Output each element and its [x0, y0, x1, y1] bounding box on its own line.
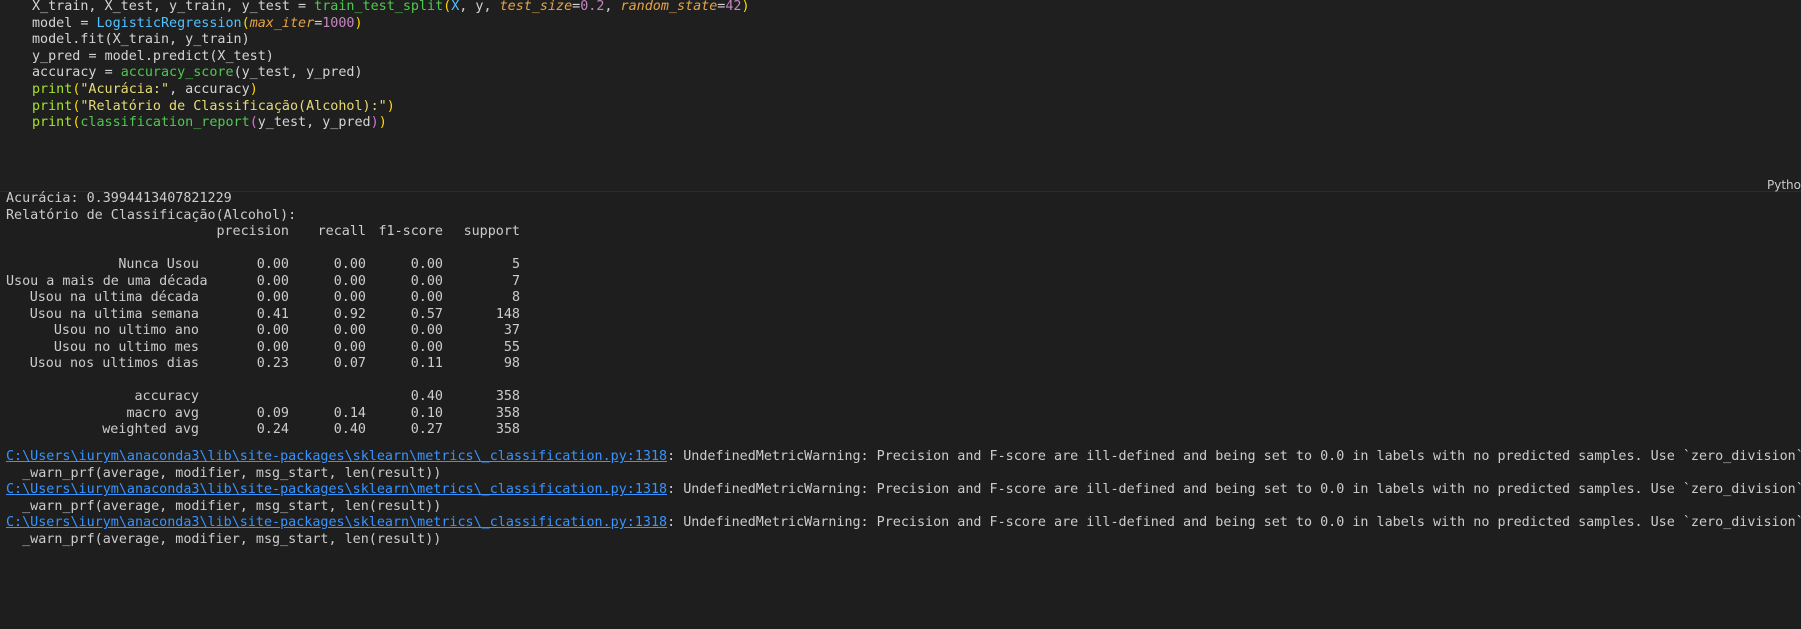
code-token: X_train, X_test, y_train, y_test [32, 0, 299, 14]
row-support: 98 [503, 356, 520, 371]
code-token: model.predict(X_test) [104, 48, 274, 64]
header-f1-score: f1-score [378, 224, 444, 239]
code-token: ( [241, 15, 250, 31]
code-token: "Acurácia:" [80, 82, 170, 97]
header-precision: precision [216, 224, 289, 239]
row-f1-score: 0.27 [410, 422, 443, 437]
code-token: ) [741, 0, 750, 14]
row-recall: 0.07 [333, 356, 366, 371]
code-token: ) [378, 115, 387, 131]
code-token: (y_test, y_pred) [233, 65, 363, 81]
code-token: 42 [725, 0, 742, 14]
header-recall: recall [317, 224, 366, 239]
code-token: = [298, 0, 315, 14]
warning-source-link[interactable]: C:\Users\iurym\anaconda3\lib\site-packag… [6, 482, 667, 497]
report-class-row: Usou nos ultimos dias 0.23 0.07 0.11 98 [6, 354, 526, 373]
code-token: y_test, y_pred [257, 115, 371, 131]
code-token: test_size [499, 0, 573, 14]
cell-output: Acurácia: 0.3994413407821229 Relatório d… [0, 191, 1801, 629]
report-summary-row: weighted avg 0.24 0.40 0.27 358 [6, 420, 526, 439]
warning-source-link[interactable]: C:\Users\iurym\anaconda3\lib\site-packag… [6, 515, 667, 530]
code-line[interactable]: print(classification_report(y_test, y_pr… [32, 113, 387, 132]
warning-message: : UndefinedMetricWarning: Precision and … [667, 449, 1801, 464]
warning-message: : UndefinedMetricWarning: Precision and … [667, 482, 1801, 497]
code-token: accuracy_score [120, 65, 234, 81]
code-token: , y, [459, 0, 500, 14]
code-token: print [32, 115, 73, 131]
row-support: 358 [495, 422, 520, 437]
code-token: model.fit(X_train, y_train) [32, 32, 250, 48]
cell-language-label[interactable]: Pytho [1767, 178, 1801, 192]
code-token: train_test_split [314, 0, 444, 14]
row-label: Usou nos ultimos dias [29, 356, 199, 371]
warning-message: : UndefinedMetricWarning: Precision and … [667, 515, 1801, 530]
code-token: classification_report [80, 115, 250, 131]
row-precision: 0.24 [256, 422, 289, 437]
row-f1-score: 0.11 [410, 356, 443, 371]
code-token: 0.2 [580, 0, 605, 14]
header-support: support [463, 224, 520, 239]
code-token: = [88, 48, 105, 64]
code-token: model [32, 15, 81, 31]
code-token: ) [370, 115, 379, 131]
code-token: , accuracy [169, 82, 250, 97]
code-token: ( [249, 115, 258, 131]
code-token: LogisticRegression [96, 15, 242, 31]
code-token: ) [386, 98, 395, 114]
code-token: random_state [620, 0, 718, 14]
report-header-row: precision recall f1-score support [6, 222, 526, 241]
warning-source-link[interactable]: C:\Users\iurym\anaconda3\lib\site-packag… [6, 449, 667, 464]
code-token: y_pred [32, 48, 89, 64]
code-token: 1000 [322, 15, 355, 31]
code-cell[interactable]: X_train, X_test, y_train, y_test = train… [0, 0, 1801, 192]
code-token: print [32, 82, 73, 97]
code-token: , [604, 0, 621, 14]
code-token: ) [354, 15, 363, 31]
code-token: = [104, 65, 121, 81]
warning-trace-line: _warn_prf(average, modifier, msg_start, … [6, 531, 442, 547]
row-recall: 0.40 [333, 422, 366, 437]
code-token: accuracy [32, 65, 105, 81]
row-label: weighted avg [102, 422, 199, 437]
row-precision: 0.23 [256, 356, 289, 371]
code-token: max_iter [249, 15, 315, 31]
code-token: print [32, 98, 73, 114]
code-token: = [80, 15, 97, 31]
code-token: ) [249, 82, 258, 97]
code-token: "Relatório de Classificação(Alcohol):" [80, 98, 387, 114]
